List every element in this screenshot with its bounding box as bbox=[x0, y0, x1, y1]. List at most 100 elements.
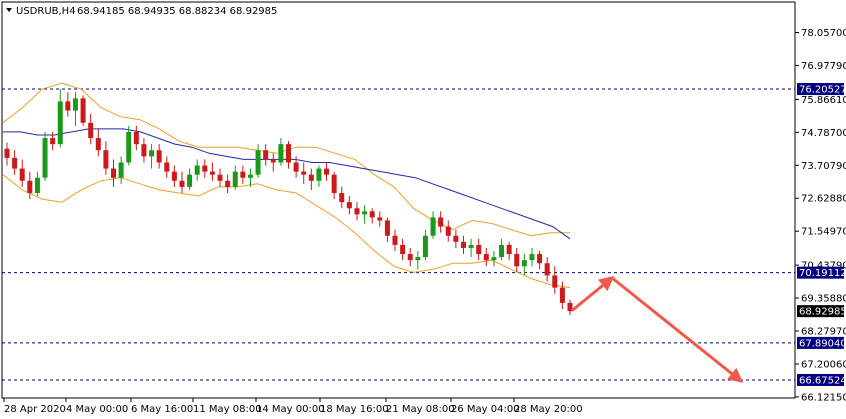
candle-body bbox=[354, 208, 360, 215]
candle-body bbox=[126, 131, 132, 163]
level-label: 66.67524 bbox=[799, 375, 846, 386]
candle-body bbox=[559, 287, 565, 303]
candle-body bbox=[476, 244, 482, 255]
y-tick-label: 71.54970 bbox=[801, 227, 846, 238]
candle-body bbox=[95, 138, 101, 151]
y-tick-label: 66.12150 bbox=[801, 392, 846, 403]
candle-body bbox=[42, 138, 48, 178]
candle-body bbox=[27, 180, 33, 193]
chart-header: USDRUB,H4 68.94185 68.94935 68.88234 68.… bbox=[6, 6, 277, 17]
candle-body bbox=[133, 131, 139, 145]
candle-body bbox=[65, 101, 71, 111]
candle-body bbox=[537, 254, 543, 264]
candle-body bbox=[506, 244, 512, 255]
candle-body bbox=[149, 150, 155, 157]
candle-body bbox=[384, 220, 390, 236]
candle-body bbox=[72, 98, 78, 111]
candle-body bbox=[118, 162, 124, 178]
candle-body bbox=[80, 98, 86, 123]
candle-body bbox=[346, 202, 352, 209]
x-tick-label: 28 May 20:00 bbox=[514, 404, 583, 415]
y-tick-label: 75.86610 bbox=[801, 95, 846, 106]
candle-body bbox=[453, 235, 459, 242]
y-tick-label: 76.97790 bbox=[801, 61, 846, 72]
x-tick-label: 21 May 08:00 bbox=[386, 404, 455, 415]
candle-body bbox=[156, 150, 162, 163]
candle-body bbox=[392, 235, 398, 245]
candle-body bbox=[255, 150, 261, 175]
y-tick-label: 78.05700 bbox=[801, 28, 846, 39]
price-chart: 78.05700 76.97790 75.86610 74.78700 73.70790… bbox=[1, 1, 846, 415]
candle-body bbox=[171, 171, 177, 181]
candle-body bbox=[217, 174, 223, 181]
candle-body bbox=[103, 150, 109, 169]
candle-body bbox=[308, 174, 314, 181]
candle-body bbox=[209, 171, 215, 175]
candle-body bbox=[331, 174, 337, 193]
candle-body bbox=[339, 192, 345, 203]
candle-body bbox=[445, 226, 451, 236]
candle-body bbox=[19, 168, 25, 181]
y-tick-label: 73.70790 bbox=[801, 161, 846, 172]
time-axis: 28 Apr 2020 4 May 00:00 6 May 16:00 11 May … bbox=[2, 397, 795, 415]
candle-body bbox=[544, 263, 550, 276]
candle-body bbox=[88, 122, 94, 139]
candle-body bbox=[4, 148, 10, 158]
y-tick-label: 67.20060 bbox=[801, 359, 846, 370]
x-tick-label: 14 May 00:00 bbox=[256, 404, 325, 415]
candle-body bbox=[164, 162, 170, 172]
candle-body bbox=[400, 244, 406, 255]
x-tick-label: 26 May 04:00 bbox=[451, 404, 520, 415]
candle-body bbox=[263, 150, 269, 160]
candle-body bbox=[438, 217, 444, 227]
candle-body bbox=[57, 101, 63, 145]
candle-body bbox=[270, 159, 276, 163]
candle-body bbox=[293, 162, 299, 172]
candle-body bbox=[468, 244, 474, 248]
candle-body bbox=[301, 171, 307, 175]
level-label: 67.89040 bbox=[799, 338, 846, 349]
candle-body bbox=[187, 174, 193, 187]
candle-body bbox=[514, 254, 520, 267]
y-tick-label: 74.78700 bbox=[801, 128, 846, 139]
candle-body bbox=[194, 165, 200, 175]
x-tick-label: 11 May 08:00 bbox=[193, 404, 262, 415]
candle-body bbox=[316, 168, 322, 181]
candle-body bbox=[422, 235, 428, 258]
candle-body bbox=[377, 217, 383, 221]
symbol-label: USDRUB,H4 bbox=[16, 6, 76, 17]
candle-body bbox=[362, 211, 368, 215]
candle-body bbox=[491, 257, 497, 261]
level-label: 70.19112 bbox=[799, 268, 846, 279]
candle-body bbox=[430, 217, 436, 236]
candle-body bbox=[50, 138, 56, 145]
candle-body bbox=[202, 165, 208, 172]
candle-body bbox=[369, 211, 375, 218]
candle-body bbox=[247, 174, 253, 178]
candle-body bbox=[111, 168, 117, 178]
y-tick-label: 68.27970 bbox=[801, 327, 846, 338]
candle-body bbox=[34, 177, 40, 193]
candle-body bbox=[141, 144, 147, 157]
ohlc-values: 68.94185 68.94935 68.88234 68.92985 bbox=[77, 6, 277, 17]
x-tick-label: 4 May 00:00 bbox=[66, 404, 128, 415]
current-price-label: 68.92985 bbox=[799, 307, 846, 318]
candle-body bbox=[240, 171, 246, 178]
x-tick-label: 6 May 16:00 bbox=[131, 404, 193, 415]
candle-body bbox=[286, 144, 291, 163]
candle-body bbox=[225, 180, 231, 187]
candle-body bbox=[278, 144, 284, 163]
candle-body bbox=[232, 171, 238, 187]
candle-body bbox=[483, 254, 489, 261]
candle-body bbox=[460, 241, 466, 248]
candle-body bbox=[324, 168, 330, 175]
x-tick-label: 28 Apr 2020 bbox=[4, 404, 66, 415]
candle-body bbox=[529, 254, 535, 261]
plot-area bbox=[1, 1, 796, 399]
level-label: 76.20527 bbox=[799, 85, 846, 96]
x-tick-label: 18 May 16:00 bbox=[320, 404, 389, 415]
candle-body bbox=[415, 257, 421, 261]
candle-body bbox=[552, 275, 558, 288]
price-axis: 78.05700 76.97790 75.86610 74.78700 73.70790… bbox=[795, 28, 846, 403]
candle-body bbox=[407, 254, 413, 261]
